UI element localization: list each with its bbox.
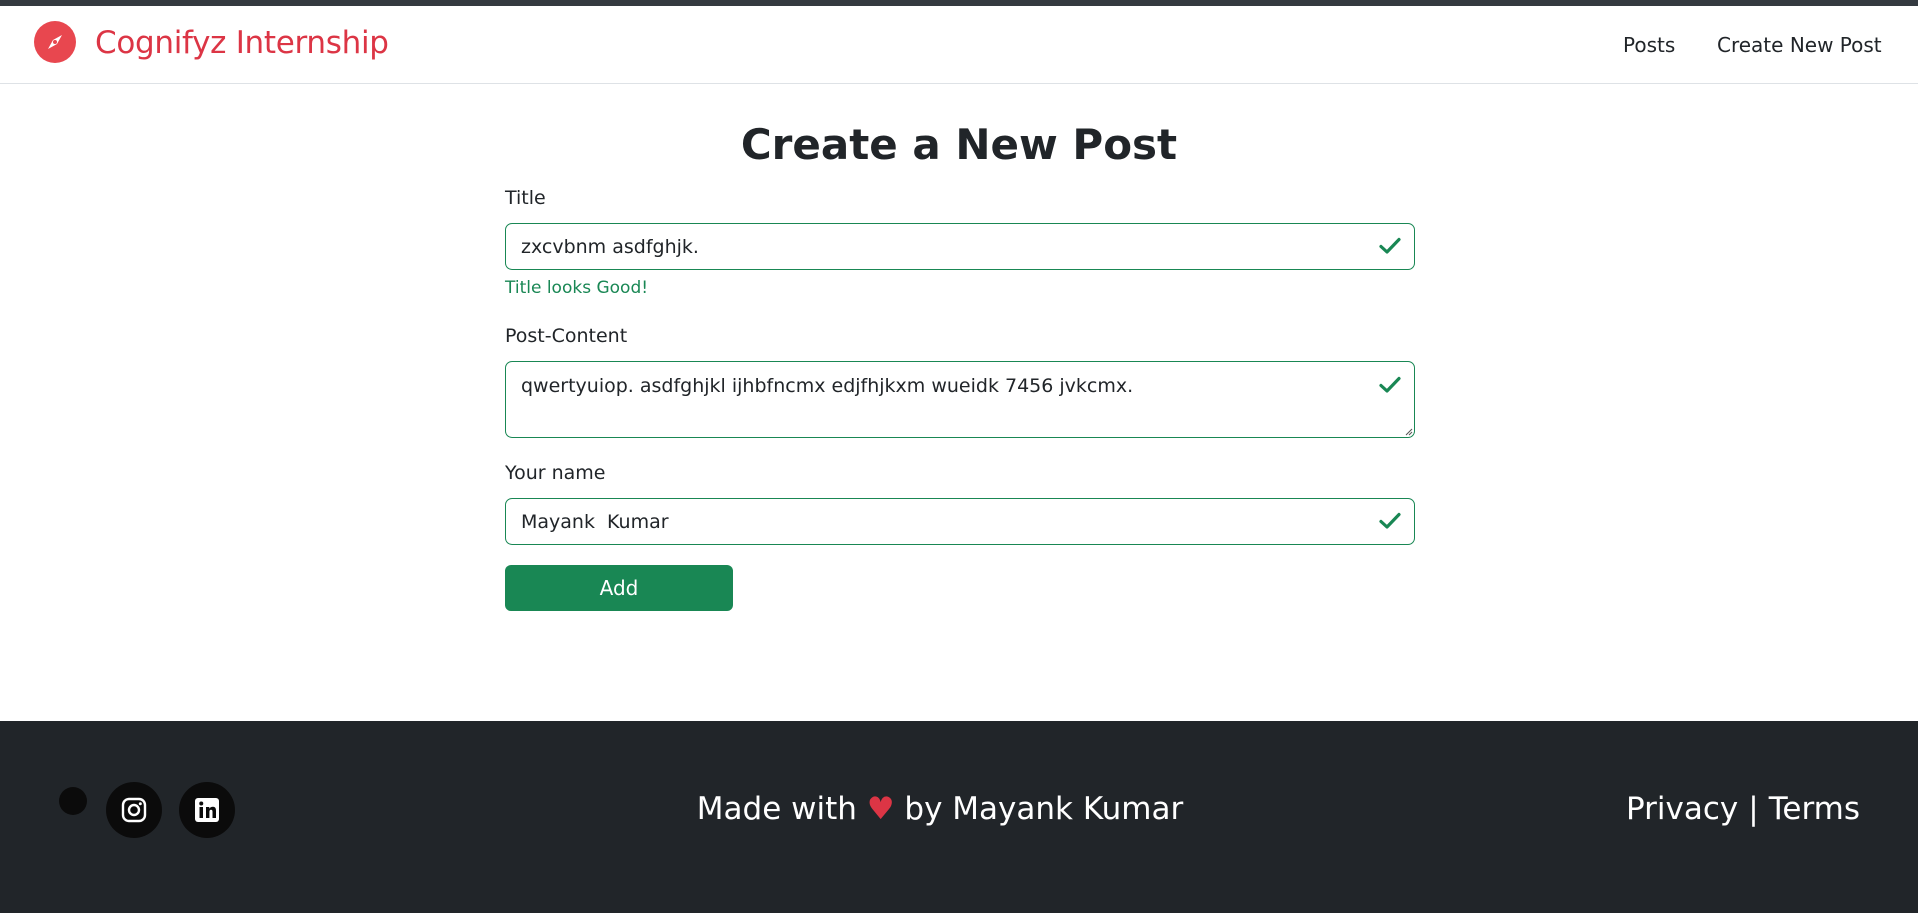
title-valid-feedback: Title looks Good! — [505, 278, 649, 298]
navbar: Cognifyz Internship Posts Create New Pos… — [0, 6, 1918, 84]
post-content-label: Post-Content — [505, 325, 628, 347]
made-with-label: Made with — [696, 791, 857, 827]
terms-link[interactable]: Terms — [1769, 791, 1860, 827]
brand-name[interactable]: Cognifyz Internship — [95, 25, 389, 61]
footer-links: Privacy | Terms — [1626, 791, 1860, 827]
check-icon — [1379, 512, 1401, 529]
page-title: Create a New Post — [740, 120, 1178, 169]
nav-posts-link[interactable]: Posts — [1623, 33, 1675, 57]
compass-icon[interactable] — [34, 21, 76, 63]
check-icon — [1379, 376, 1401, 393]
author-name: by Mayank Kumar — [904, 791, 1184, 827]
title-label: Title — [505, 187, 546, 209]
resize-handle-icon[interactable] — [1403, 426, 1413, 436]
post-content-textarea[interactable]: qwertyuiop. asdfghjkl ijhbfncmx edjfhjkx… — [505, 361, 1415, 438]
name-input[interactable] — [505, 498, 1415, 545]
footer: Made with ♥ by Mayank Kumar Privacy | Term… — [0, 721, 1918, 913]
nav-create-post-link[interactable]: Create New Post — [1717, 33, 1882, 57]
title-input[interactable] — [505, 223, 1415, 270]
add-button[interactable]: Add — [505, 565, 733, 611]
heart-icon: ♥ — [866, 791, 895, 827]
check-icon — [1379, 237, 1401, 254]
your-name-label: Your name — [505, 462, 606, 484]
made-with-text: Made with ♥ by Mayank Kumar — [0, 791, 1880, 827]
footer-separator: | — [1748, 791, 1759, 827]
privacy-link[interactable]: Privacy — [1626, 791, 1738, 827]
